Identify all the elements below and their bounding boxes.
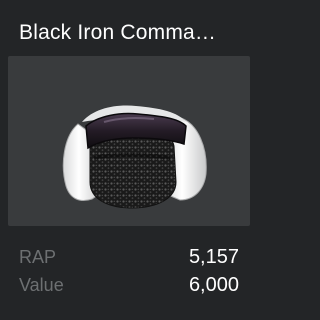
item-stats: RAP 5,157 Value 6,000 <box>19 243 239 299</box>
stat-row-rap: RAP 5,157 <box>19 243 239 271</box>
item-title[interactable]: Black Iron Comma… <box>19 18 247 48</box>
rap-value: 5,157 <box>188 246 239 268</box>
item-card[interactable]: Black Iron Comma… RAP 5,157 Value 6,000 <box>0 0 258 320</box>
black-iron-commando-helmet-image <box>62 105 207 209</box>
item-thumbnail[interactable] <box>8 56 250 226</box>
stat-row-value: Value 6,000 <box>19 271 239 299</box>
rap-label: RAP <box>19 247 57 267</box>
value-label: Value <box>19 275 64 295</box>
value-amount: 6,000 <box>188 274 239 296</box>
